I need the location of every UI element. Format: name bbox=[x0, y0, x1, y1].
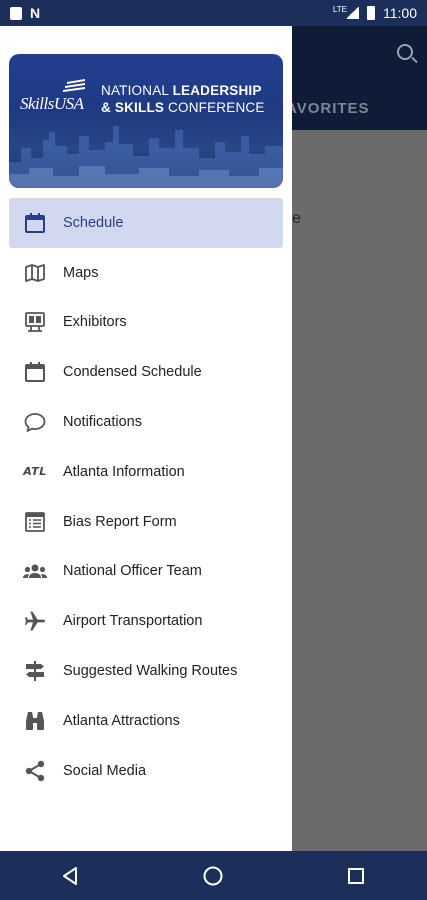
network-type-label: LTE bbox=[332, 4, 347, 14]
menu-item-label: Atlanta Attractions bbox=[63, 712, 180, 729]
selected-highlight bbox=[9, 198, 283, 248]
conference-title-light-1: NATIONAL bbox=[101, 83, 173, 98]
menu-item-social-media[interactable]: Social Media bbox=[0, 746, 292, 796]
menu-item-label: Bias Report Form bbox=[63, 513, 177, 530]
back-button[interactable] bbox=[41, 856, 101, 896]
menu-item-airport-transportation[interactable]: Airport Transportation bbox=[0, 596, 292, 646]
menu-item-label: Notifications bbox=[63, 414, 142, 431]
home-button[interactable] bbox=[183, 856, 243, 896]
conference-banner: SkillsUSA NATIONAL LEADERSHIP & SKILLS C… bbox=[9, 54, 283, 188]
app-header: AVORITES bbox=[286, 26, 427, 130]
atl-icon-text: ATL bbox=[23, 465, 47, 479]
drawer-menu: Schedule Maps Exhibitors Condensed Sched… bbox=[0, 198, 292, 796]
menu-item-notifications[interactable]: Notifications bbox=[0, 397, 292, 447]
status-time: 11:00 bbox=[383, 5, 417, 21]
menu-item-label: Suggested Walking Routes bbox=[63, 663, 238, 680]
calendar-icon bbox=[22, 359, 48, 385]
share-icon bbox=[22, 758, 48, 784]
system-nav-bar bbox=[0, 851, 427, 900]
form-icon bbox=[22, 509, 48, 535]
menu-item-condensed-schedule[interactable]: Condensed Schedule bbox=[0, 347, 292, 397]
airplane-icon bbox=[22, 608, 48, 634]
signal-icon bbox=[345, 7, 359, 19]
chat-bubble-icon bbox=[22, 409, 48, 435]
menu-item-label: Atlanta Information bbox=[63, 463, 185, 480]
menu-item-label: Social Media bbox=[63, 762, 147, 779]
status-bar: N LTE 11:00 bbox=[0, 0, 427, 26]
menu-item-label: Maps bbox=[63, 264, 99, 281]
app-body-scrim[interactable]: e bbox=[292, 130, 427, 851]
sim-card-icon bbox=[10, 6, 22, 20]
recents-square-icon bbox=[347, 867, 364, 884]
conference-title-bold-2: & SKILLS bbox=[101, 100, 165, 115]
menu-item-atlanta-information[interactable]: ATL Atlanta Information bbox=[0, 447, 292, 497]
menu-item-label: Airport Transportation bbox=[63, 613, 203, 630]
menu-item-label: National Officer Team bbox=[63, 563, 202, 580]
menu-item-maps[interactable]: Maps bbox=[0, 248, 292, 298]
group-icon bbox=[22, 558, 48, 584]
menu-item-schedule[interactable]: Schedule bbox=[0, 198, 292, 248]
skillsusa-logo-mark bbox=[63, 79, 85, 92]
conference-title-light-2: CONFERENCE bbox=[164, 100, 265, 115]
app-body-text-fragment: e bbox=[292, 210, 301, 227]
skillsusa-brand: SkillsUSA bbox=[20, 94, 84, 113]
exhibitor-booth-icon bbox=[22, 309, 48, 335]
menu-item-label: Exhibitors bbox=[63, 314, 127, 331]
signpost-icon bbox=[22, 658, 48, 684]
home-circle-icon bbox=[203, 866, 223, 885]
conference-title-bold-1: LEADERSHIP bbox=[172, 83, 262, 98]
menu-item-atlanta-attractions[interactable]: Atlanta Attractions bbox=[0, 696, 292, 746]
app-background[interactable]: AVORITES e bbox=[286, 26, 427, 851]
tab-favorites-fragment[interactable]: AVORITES bbox=[286, 100, 370, 117]
binoculars-icon bbox=[22, 708, 48, 734]
menu-item-national-officer-team[interactable]: National Officer Team bbox=[0, 547, 292, 597]
back-triangle-icon bbox=[63, 866, 78, 885]
battery-icon bbox=[367, 6, 375, 20]
navigation-drawer: SkillsUSA NATIONAL LEADERSHIP & SKILLS C… bbox=[0, 26, 292, 851]
map-icon bbox=[22, 260, 48, 286]
conference-title: NATIONAL LEADERSHIP & SKILLS CONFERENCE bbox=[101, 82, 265, 116]
menu-item-bias-report-form[interactable]: Bias Report Form bbox=[0, 497, 292, 547]
notification-n-icon: N bbox=[30, 5, 41, 21]
atl-text-icon: ATL bbox=[22, 459, 48, 485]
menu-item-suggested-walking-routes[interactable]: Suggested Walking Routes bbox=[0, 646, 292, 696]
search-icon[interactable] bbox=[397, 44, 413, 60]
menu-item-label: Condensed Schedule bbox=[63, 364, 202, 381]
menu-item-label: Schedule bbox=[63, 214, 124, 231]
city-skyline-image bbox=[9, 126, 283, 188]
menu-item-exhibitors[interactable]: Exhibitors bbox=[0, 298, 292, 348]
recents-button[interactable] bbox=[326, 856, 386, 896]
calendar-icon bbox=[22, 210, 48, 236]
